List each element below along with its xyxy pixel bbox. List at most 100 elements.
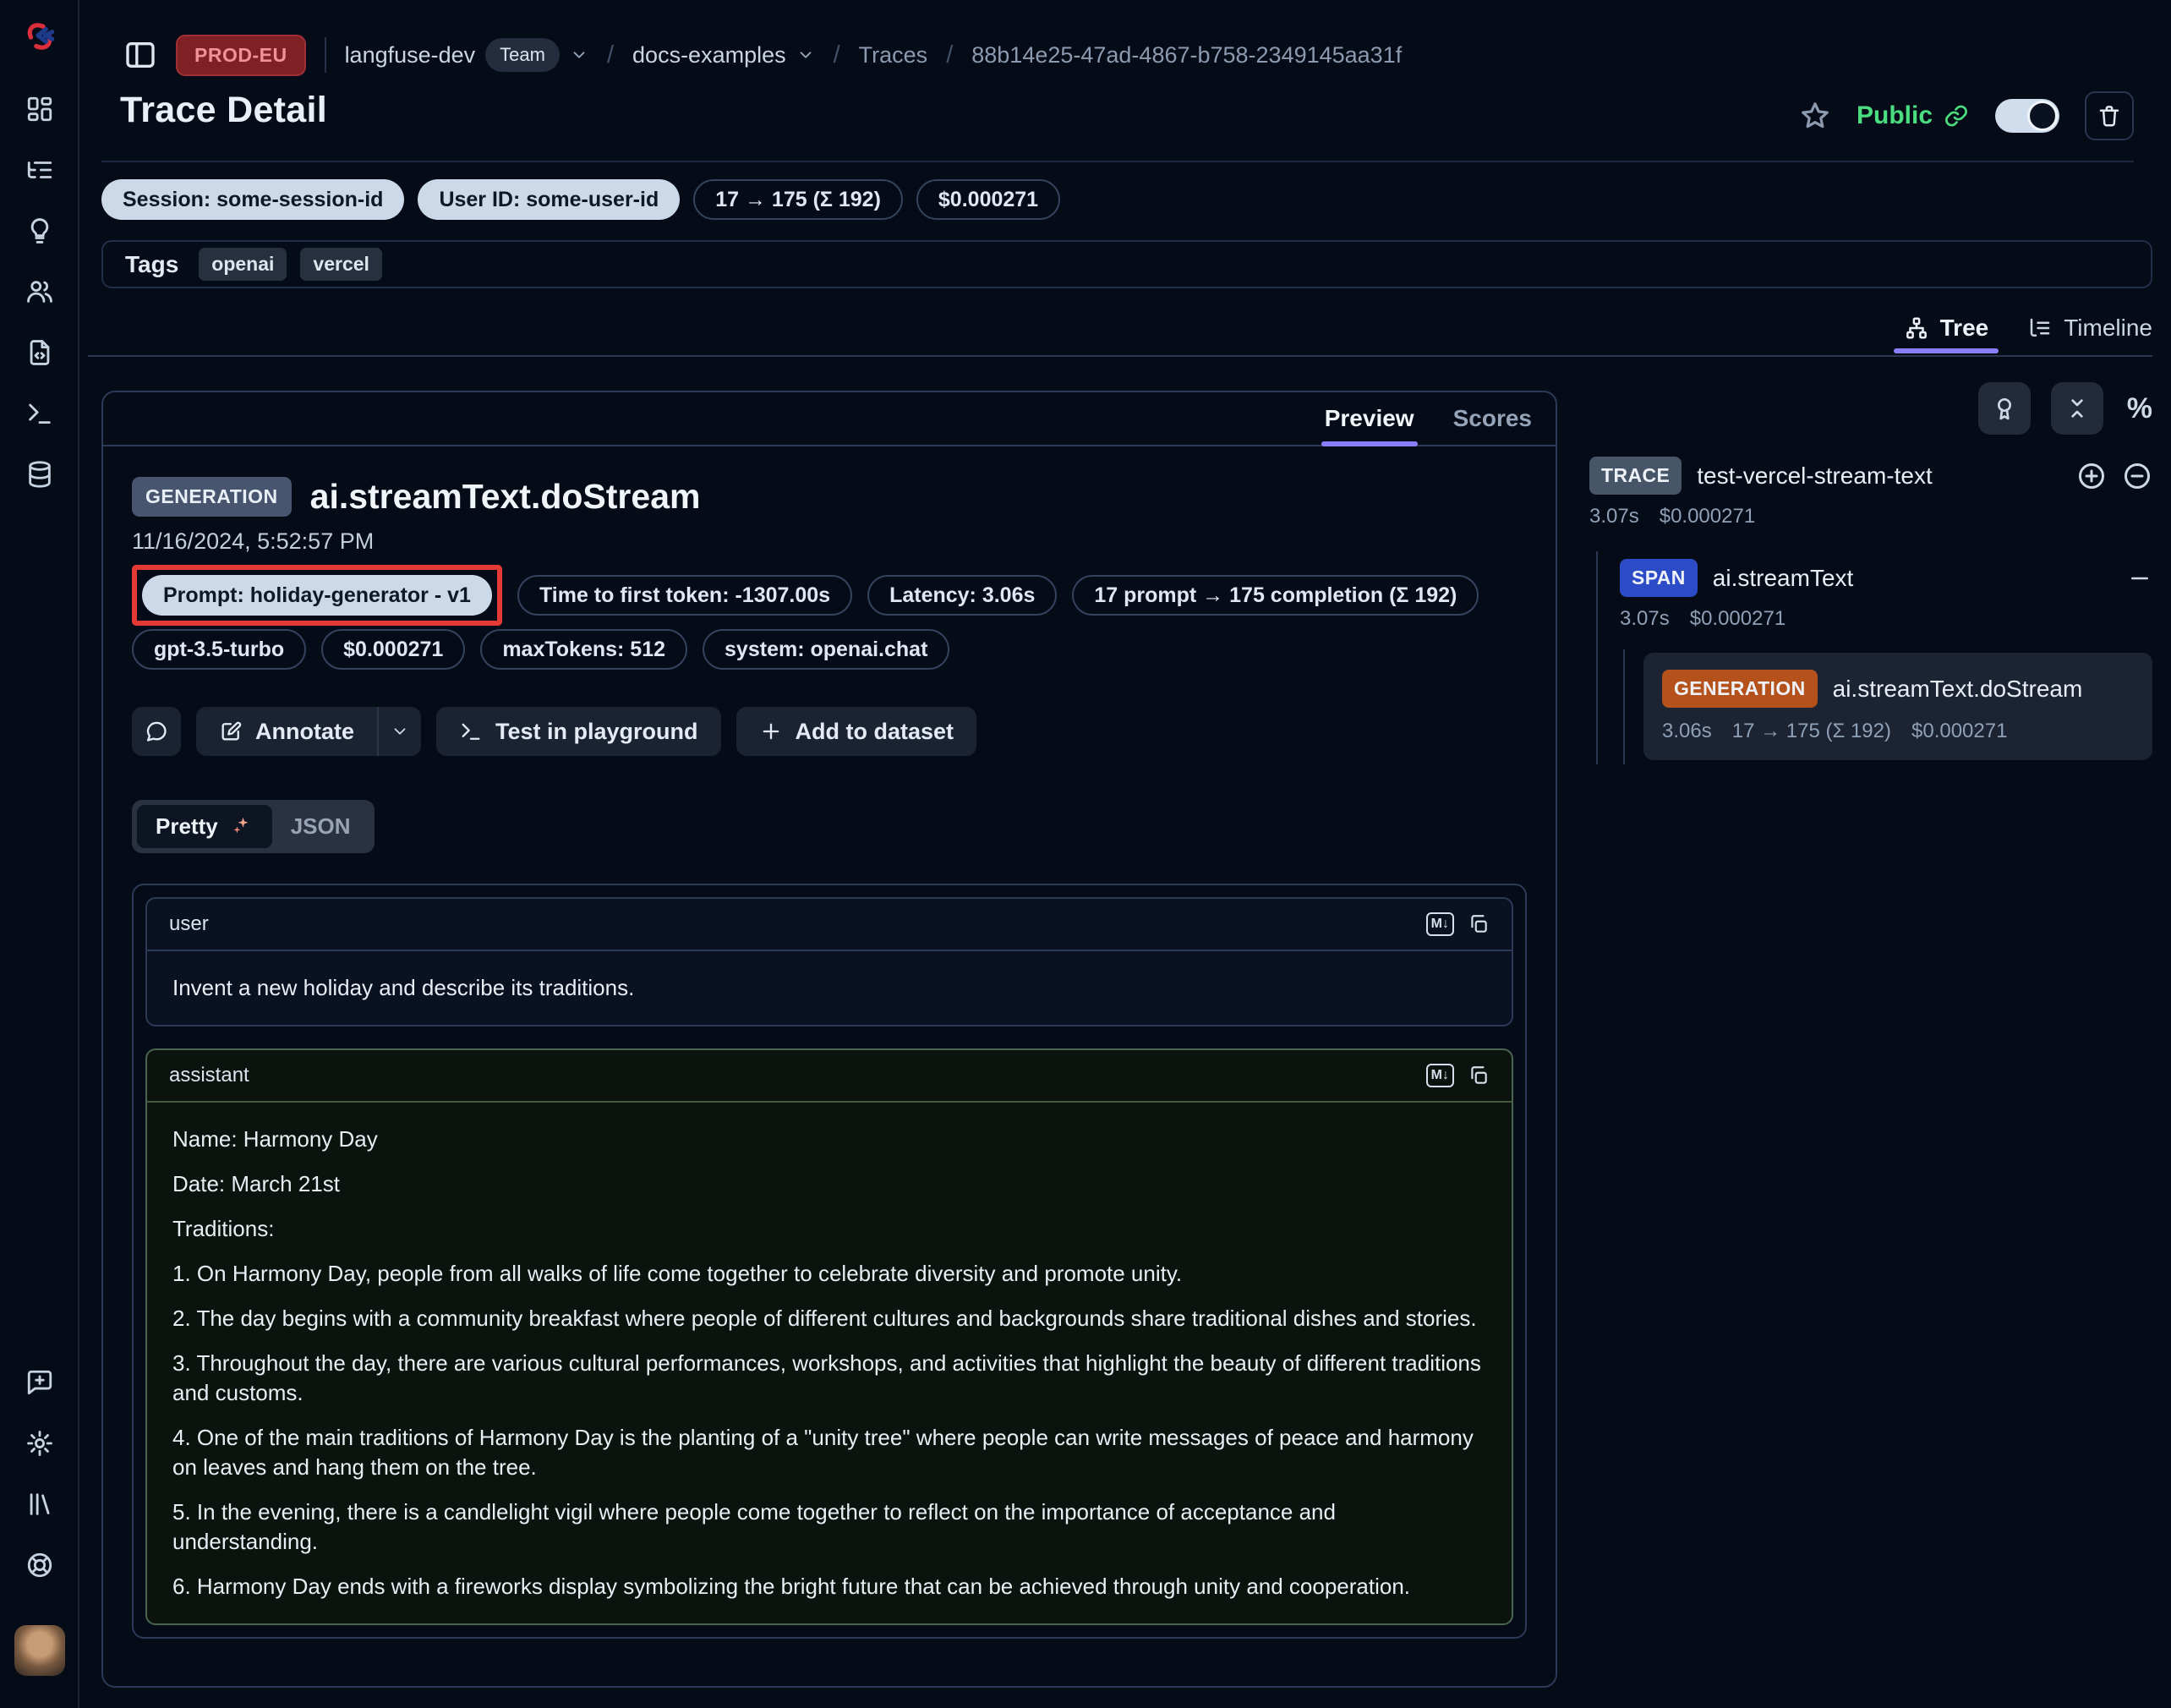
tab-timeline[interactable]: Timeline (2027, 315, 2152, 342)
tag-vercel[interactable]: vercel (300, 248, 382, 281)
public-toggle[interactable] (1995, 99, 2059, 133)
trace-badges: Session: some-session-id User ID: some-u… (101, 179, 1060, 220)
public-label: Public (1857, 101, 1933, 130)
tree-node-trace[interactable]: TRACE test-vercel-stream-text (1589, 457, 2152, 495)
bookmark-star-icon[interactable] (1799, 100, 1831, 132)
copy-icon[interactable] (1468, 913, 1490, 935)
prompts-icon[interactable] (25, 338, 54, 367)
session-badge[interactable]: Session: some-session-id (101, 179, 404, 220)
collapse-node-icon[interactable] (2127, 566, 2152, 591)
format-toggle: Pretty JSON (132, 800, 375, 853)
org-name: langfuse-dev (345, 42, 476, 68)
meta-row-2: gpt-3.5-turbo $0.000271 maxTokens: 512 s… (132, 629, 1527, 670)
assistant-message-card: assistant M↓ Name: Harmony Day Date: Mar… (145, 1048, 1513, 1625)
prompt-highlight-box: Prompt: holiday-generator - v1 (132, 565, 502, 626)
tab-preview[interactable]: Preview (1325, 392, 1414, 445)
trace-latency: 3.07s (1589, 505, 1639, 528)
tab-timeline-label: Timeline (2064, 315, 2152, 342)
public-link[interactable]: Public (1857, 101, 1970, 130)
user-message-header: user M↓ (147, 899, 1512, 951)
breadcrumb-slash: / (607, 41, 614, 69)
comment-icon (145, 720, 168, 743)
project-name: docs-examples (632, 42, 786, 68)
env-badge: PROD-EU (176, 35, 306, 76)
award-icon (1991, 395, 2018, 422)
copy-icon[interactable] (1468, 1065, 1490, 1087)
delete-trace-button[interactable] (2085, 91, 2134, 140)
plus-icon (759, 720, 783, 743)
expand-all-icon[interactable] (2076, 461, 2107, 491)
dashboard-icon[interactable] (25, 95, 54, 123)
metrics-percent-toggle[interactable]: % (2127, 392, 2152, 425)
tree-toolbar: % (1589, 382, 2152, 435)
annotate-split-button: Annotate (196, 707, 421, 756)
io-container: user M↓ Invent a new holiday and describ… (132, 884, 1527, 1639)
users-icon[interactable] (25, 277, 54, 306)
collapse-all-circle-icon[interactable] (2122, 461, 2152, 491)
tag-openai[interactable]: openai (199, 248, 287, 281)
latency-badge: Latency: 3.06s (867, 575, 1057, 616)
support-icon[interactable] (25, 1551, 54, 1579)
tree-node-span[interactable]: SPAN ai.streamText (1620, 559, 2152, 597)
annotate-scores-button[interactable] (1978, 382, 2031, 435)
observation-title: ai.streamText.doStream (310, 477, 701, 517)
annotate-button[interactable]: Annotate (196, 707, 377, 756)
observation-actions: Annotate Test in playground Add to datas… (132, 707, 1527, 756)
assistant-paragraph: 5. In the evening, there is a candleligh… (172, 1497, 1486, 1557)
cost-badge: $0.000271 (916, 179, 1060, 220)
breadcrumb-traces-link[interactable]: Traces (859, 42, 928, 68)
format-pretty[interactable]: Pretty (137, 805, 272, 848)
model-badge[interactable]: gpt-3.5-turbo (132, 629, 306, 670)
annotate-dropdown-button[interactable] (377, 707, 421, 756)
feedback-icon[interactable] (25, 1368, 54, 1397)
playground-label: Test in playground (495, 719, 698, 745)
docs-library-icon[interactable] (25, 1490, 54, 1519)
lightbulb-icon[interactable] (25, 216, 54, 245)
assistant-message-header: assistant M↓ (147, 1050, 1512, 1103)
user-avatar[interactable] (14, 1625, 65, 1676)
breadcrumb: PROD-EU langfuse-dev Team / docs-example… (123, 32, 1402, 78)
assistant-paragraph: 6. Harmony Day ends with a fireworks dis… (172, 1572, 1486, 1601)
tab-scores[interactable]: Scores (1453, 392, 1532, 445)
role-label: assistant (169, 1064, 249, 1087)
span-name: ai.streamText (1713, 565, 1854, 592)
playground-icon[interactable] (25, 399, 54, 428)
fold-vertical-icon (2064, 395, 2091, 422)
system-badge: system: openai.chat (703, 629, 949, 670)
observation-header: GENERATION ai.streamText.doStream (132, 477, 1527, 517)
tags-label: Tags (125, 251, 178, 278)
annotate-pencil-icon (219, 720, 243, 743)
prompt-badge[interactable]: Prompt: holiday-generator - v1 (142, 575, 492, 616)
panel-left-icon[interactable] (123, 38, 157, 72)
trace-metrics: 3.07s $0.000271 (1589, 505, 2152, 528)
message-actions: M↓ (1426, 1064, 1490, 1087)
assistant-paragraph: 3. Throughout the day, there are various… (172, 1349, 1486, 1408)
datasets-icon[interactable] (25, 460, 54, 489)
tracing-icon[interactable] (25, 156, 54, 184)
role-label: user (169, 912, 209, 936)
comment-button[interactable] (132, 707, 181, 756)
markdown-toggle-icon[interactable]: M↓ (1426, 912, 1454, 936)
org-switcher[interactable]: langfuse-dev Team (345, 38, 588, 72)
format-json[interactable]: JSON (272, 805, 369, 848)
langfuse-logo-icon[interactable] (22, 19, 57, 54)
playground-button[interactable]: Test in playground (436, 707, 721, 756)
observation-panel: Preview Scores GENERATION ai.streamText.… (101, 391, 1557, 1688)
project-switcher[interactable]: docs-examples (632, 42, 815, 68)
tree-node-generation-selected[interactable]: GENERATION ai.streamText.doStream 3.06s … (1643, 653, 2152, 760)
span-latency: 3.07s (1620, 607, 1670, 631)
tree-view-icon (1904, 315, 1929, 341)
assistant-paragraph: Traditions: (172, 1214, 1486, 1244)
terminal-icon (459, 720, 483, 743)
settings-icon[interactable] (25, 1429, 54, 1458)
add-to-dataset-button[interactable]: Add to dataset (736, 707, 977, 756)
collapse-all-button[interactable] (2051, 382, 2103, 435)
trace-type-badge: TRACE (1589, 457, 1682, 495)
breadcrumb-slash: / (946, 41, 953, 69)
tab-tree-label: Tree (1940, 315, 1989, 342)
markdown-toggle-icon[interactable]: M↓ (1426, 1064, 1454, 1087)
tab-tree[interactable]: Tree (1904, 315, 1989, 342)
user-id-badge[interactable]: User ID: some-user-id (418, 179, 680, 220)
view-tabs: Tree Timeline (1904, 306, 2152, 350)
header-actions: Public (1799, 91, 2134, 140)
